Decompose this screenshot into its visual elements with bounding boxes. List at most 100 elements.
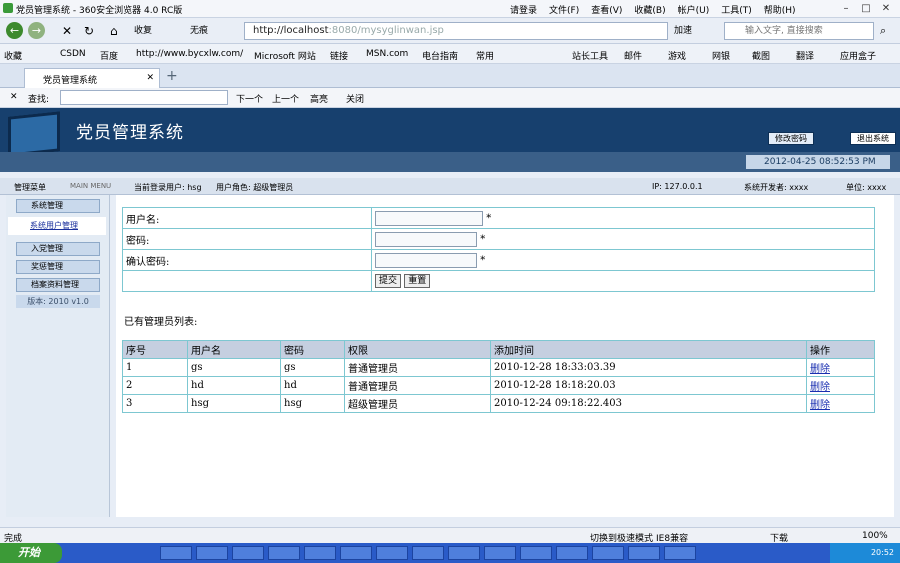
home-icon[interactable]: ⌂ xyxy=(110,23,118,39)
bookmark-links[interactable]: 链接 xyxy=(330,49,348,62)
bookmark-csdn[interactable]: CSDN xyxy=(60,49,86,59)
bookmark-translate[interactable]: 翻译 xyxy=(796,49,814,62)
bookmark-baidu[interactable]: 百度 xyxy=(100,49,118,62)
tab-active[interactable]: 党员管理系统 ✕ xyxy=(24,68,160,88)
bookmark-bycxlw[interactable]: http://www.bycxlw.com/ xyxy=(136,49,243,59)
password-input[interactable] xyxy=(375,231,477,247)
status-bar: 完成 切换到极速模式 IE8兼容 下载 100% xyxy=(0,527,900,544)
taskbar-app-icon[interactable] xyxy=(484,546,516,560)
search-icon[interactable]: ⌕ xyxy=(880,23,886,39)
sidebar-item-archives[interactable]: 档案资料管理 xyxy=(16,278,100,292)
taskbar-app-icon[interactable] xyxy=(268,546,300,560)
taskbar-app-icon[interactable] xyxy=(160,546,192,560)
close-tab-icon[interactable]: ✕ xyxy=(146,73,154,83)
tab-label: 党员管理系统 xyxy=(43,76,98,86)
col-index: 序号 xyxy=(122,340,188,359)
bookmark-msn[interactable]: MSN.com xyxy=(366,49,408,59)
menu-favorites[interactable]: 收藏(B) xyxy=(634,3,665,16)
navigation-toolbar: ← → ✕ ↻ ⌂ 收复 无痕 http://localhost:8080/my… xyxy=(0,18,900,44)
close-window-icon[interactable]: ✕ xyxy=(878,2,894,15)
reset-button[interactable]: 重置 xyxy=(404,274,431,288)
current-user: 当前登录用户: hsg xyxy=(134,183,202,192)
username-input[interactable] xyxy=(375,210,483,226)
stop-icon[interactable]: ✕ xyxy=(62,23,72,39)
minimize-icon[interactable]: – xyxy=(838,2,854,15)
datetime-display: 2012-04-25 08:52:53 PM xyxy=(746,155,890,169)
info-bar: 管理菜单 MAIN MENU 当前登录用户: hsg 用户角色: 超级管理员 I… xyxy=(0,178,900,195)
bookmark-common[interactable]: 常用 xyxy=(476,49,494,62)
main-content: 用户名: * 密码: * 确认密码: * 提交 重置 已有管理员列表: 序号 用… xyxy=(116,195,894,517)
bookmark-microsoft[interactable]: Microsoft 网站 xyxy=(254,49,316,62)
taskbar-app-icon[interactable] xyxy=(232,546,264,560)
close-find-icon[interactable]: ✕ xyxy=(10,92,18,102)
find-input[interactable] xyxy=(60,90,228,105)
find-prev-button[interactable]: 上一个 xyxy=(272,92,299,105)
sidebar-item-system[interactable]: 系统管理 xyxy=(16,199,100,213)
required-mark: * xyxy=(480,254,486,266)
taskbar-app-icon[interactable] xyxy=(664,546,696,560)
delete-link[interactable]: 删除 xyxy=(810,400,830,411)
forward-icon[interactable]: → xyxy=(28,22,45,39)
taskbar-app-icon[interactable] xyxy=(376,546,408,560)
unit-info: 单位: xxxx xyxy=(846,183,887,192)
bookmark-games[interactable]: 游戏 xyxy=(668,49,686,62)
cell-password: hsg xyxy=(280,394,345,413)
taskbar-app-icon[interactable] xyxy=(628,546,660,560)
incognito-button[interactable]: 无痕 xyxy=(190,23,208,39)
find-next-button[interactable]: 下一个 xyxy=(236,92,263,105)
taskbar-app-icon[interactable] xyxy=(412,546,444,560)
zoom-level[interactable]: 100% xyxy=(862,531,888,541)
cell-index: 3 xyxy=(122,394,188,413)
bookmark-webmaster[interactable]: 站长工具 xyxy=(572,49,608,62)
browser-menu: 请登录 文件(F) 查看(V) 收藏(B) 帐户(U) 工具(T) 帮助(H) xyxy=(510,3,808,16)
find-highlight-button[interactable]: 高亮 xyxy=(310,92,328,105)
sidebar-item-rewards[interactable]: 奖惩管理 xyxy=(16,260,100,274)
confirm-password-label: 确认密码: xyxy=(122,249,372,271)
bookmark-appbox[interactable]: 应用盒子 xyxy=(840,49,876,62)
version-label: 版本: 2010 v1.0 xyxy=(16,295,100,308)
bookmark-radio[interactable]: 电台指南 xyxy=(422,49,458,62)
bookmark-screenshot[interactable]: 截图 xyxy=(752,49,770,62)
taskbar-app-icon[interactable] xyxy=(448,546,480,560)
menu-help[interactable]: 帮助(H) xyxy=(764,3,796,16)
accelerate-button[interactable]: 加速 xyxy=(674,23,692,39)
delete-link[interactable]: 删除 xyxy=(810,382,830,393)
bookmark-favorites[interactable]: 收藏 xyxy=(4,49,22,62)
new-tab-icon[interactable]: + xyxy=(166,68,178,84)
address-bar[interactable]: http://localhost:8080/mysyglinwan.jsp xyxy=(244,22,668,40)
required-mark: * xyxy=(480,233,486,245)
search-input[interactable]: 输入文字, 直接搜索 xyxy=(724,22,874,40)
favorites-button[interactable]: 收复 xyxy=(134,23,152,39)
submit-button[interactable]: 提交 xyxy=(375,274,402,288)
find-close-button[interactable]: 关闭 xyxy=(346,92,364,105)
menu-login[interactable]: 请登录 xyxy=(510,3,537,16)
menu-view[interactable]: 查看(V) xyxy=(591,3,622,16)
ip-info: IP: 127.0.0.1 xyxy=(652,182,703,191)
logout-button[interactable]: 退出系统 xyxy=(850,132,896,145)
sidebar-item-party-join[interactable]: 入党管理 xyxy=(16,242,100,256)
developer-info: 系统开发者: xxxx xyxy=(744,183,809,192)
delete-link[interactable]: 删除 xyxy=(810,364,830,375)
add-admin-form: 用户名: * 密码: * 确认密码: * 提交 重置 xyxy=(122,207,875,292)
start-button[interactable]: 开始 xyxy=(0,543,62,563)
maximize-icon[interactable]: □ xyxy=(858,2,874,15)
confirm-password-input[interactable] xyxy=(375,252,477,268)
refresh-icon[interactable]: ↻ xyxy=(84,23,94,39)
menu-account[interactable]: 帐户(U) xyxy=(678,3,710,16)
taskbar-app-icon[interactable] xyxy=(556,546,588,560)
modify-password-button[interactable]: 修改密码 xyxy=(768,132,814,145)
back-icon[interactable]: ← xyxy=(6,22,23,39)
menu-file[interactable]: 文件(F) xyxy=(549,3,579,16)
taskbar-app-icon[interactable] xyxy=(520,546,552,560)
sidebar: 系统管理 系统用户管理 入党管理 奖惩管理 档案资料管理 版本: 2010 v1… xyxy=(6,195,110,517)
taskbar-app-icon[interactable] xyxy=(304,546,336,560)
taskbar-app-icon[interactable] xyxy=(340,546,372,560)
taskbar-app-icon[interactable] xyxy=(196,546,228,560)
bookmark-bank[interactable]: 网银 xyxy=(712,49,730,62)
menu-tools[interactable]: 工具(T) xyxy=(721,3,752,16)
username-label: 用户名: xyxy=(122,207,372,229)
sidebar-item-system-users[interactable]: 系统用户管理 xyxy=(8,217,106,235)
bookmark-mail[interactable]: 邮件 xyxy=(624,49,642,62)
taskbar-app-icon[interactable] xyxy=(592,546,624,560)
cell-username: gs xyxy=(187,358,281,377)
